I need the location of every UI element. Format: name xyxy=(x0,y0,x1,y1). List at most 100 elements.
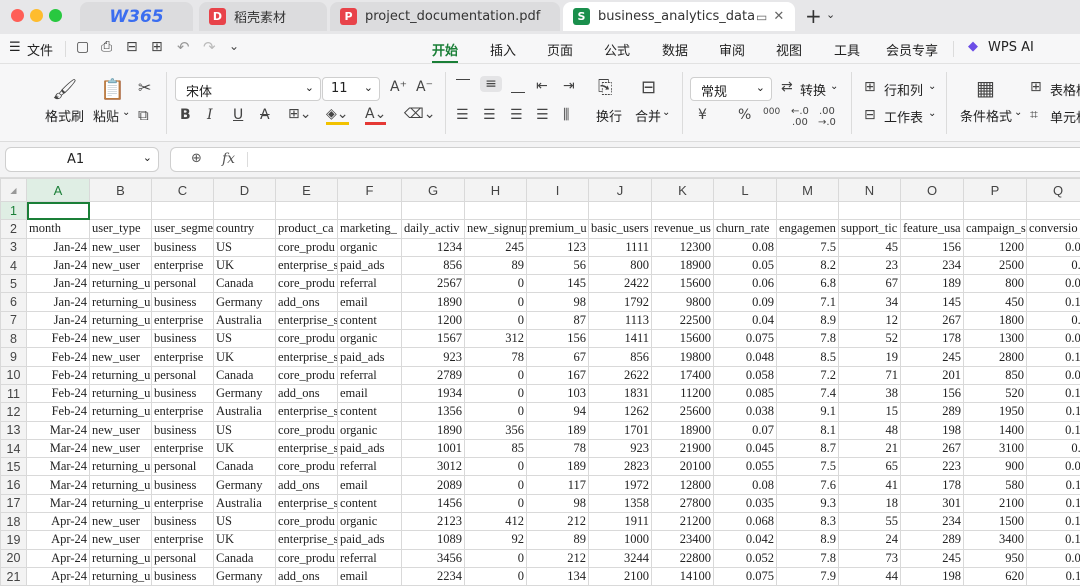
increase-font-icon[interactable]: A⁺ xyxy=(390,79,407,95)
cell[interactable]: UK xyxy=(213,438,276,459)
cell[interactable] xyxy=(713,200,777,221)
cell[interactable]: personal xyxy=(151,274,214,294)
table-style-button[interactable]: 表格样 xyxy=(1050,80,1080,99)
header-cell[interactable]: user_segme xyxy=(151,219,214,239)
cell[interactable]: 8.9 xyxy=(776,310,839,331)
cell[interactable]: 856 xyxy=(588,347,652,367)
header-cell[interactable]: basic_users xyxy=(588,219,652,239)
cell[interactable]: 19 xyxy=(838,347,901,367)
font-color-icon[interactable]: A⌄ xyxy=(365,106,387,125)
cell[interactable]: 3012 xyxy=(401,457,465,477)
cell[interactable]: 145 xyxy=(900,292,964,312)
tab-member[interactable]: 会员专享 xyxy=(886,40,938,59)
cell[interactable]: 267 xyxy=(900,310,964,331)
cell[interactable]: Germany xyxy=(213,475,276,495)
cell[interactable] xyxy=(401,200,465,221)
cell[interactable]: 1911 xyxy=(588,512,652,532)
column-header-c[interactable]: C xyxy=(151,178,214,202)
cell[interactable]: add_ons xyxy=(275,292,338,312)
cell[interactable]: 0 xyxy=(464,548,527,568)
cell[interactable]: 7.6 xyxy=(776,475,839,495)
cell[interactable]: email xyxy=(337,475,402,495)
cell[interactable]: paid_ads xyxy=(337,347,402,367)
cell[interactable]: returning_u xyxy=(89,310,152,331)
cell[interactable]: 2789 xyxy=(401,365,465,385)
cell[interactable]: 0.11 xyxy=(1026,493,1080,514)
row-header[interactable]: 12 xyxy=(0,402,27,422)
cell[interactable]: 2500 xyxy=(963,255,1027,276)
maximize-window-dot[interactable] xyxy=(49,9,62,22)
cell[interactable]: 0 xyxy=(464,383,527,404)
align-middle-icon[interactable]: ≡ xyxy=(480,76,502,92)
cell[interactable]: 2800 xyxy=(963,347,1027,367)
cell[interactable]: Mar-24 xyxy=(26,475,90,495)
tab-w365[interactable]: W365 xyxy=(80,2,193,31)
cell[interactable]: 8.5 xyxy=(776,347,839,367)
thousands-icon[interactable]: 000 xyxy=(763,107,780,117)
align-left-icon[interactable]: ☰ xyxy=(456,107,469,123)
cell[interactable]: 0.035 xyxy=(713,493,777,514)
cell[interactable]: Jan-24 xyxy=(26,292,90,312)
header-cell[interactable]: premium_u xyxy=(526,219,589,239)
cell[interactable]: Apr-24 xyxy=(26,512,90,532)
column-header-e[interactable]: E xyxy=(275,178,338,202)
cell[interactable]: 0.1 xyxy=(1026,310,1080,331)
cell[interactable]: UK xyxy=(213,530,276,550)
cell[interactable]: 520 xyxy=(963,383,1027,404)
cell[interactable]: add_ons xyxy=(275,475,338,495)
spreadsheet-grid[interactable]: ◢ A B C D E F G H I J K L M N O P Q 1 2 month user_type user_… xyxy=(0,178,1080,587)
cell[interactable]: 89 xyxy=(464,255,527,276)
cell[interactable]: Australia xyxy=(213,402,276,422)
cell[interactable]: 2567 xyxy=(401,274,465,294)
cell[interactable]: 245 xyxy=(900,548,964,568)
column-header-k[interactable]: K xyxy=(651,178,714,202)
cell[interactable]: content xyxy=(337,310,402,331)
row-header[interactable]: 10 xyxy=(0,365,27,385)
cell[interactable]: 3400 xyxy=(963,530,1027,550)
tab-csv[interactable]: S business_analytics_data.cs ▭ ✕ xyxy=(563,2,795,31)
row-header[interactable]: 5 xyxy=(0,274,27,294)
cell[interactable]: add_ons xyxy=(275,566,338,587)
cell[interactable]: enterprise xyxy=(151,310,214,331)
cell[interactable]: enterprise xyxy=(151,493,214,514)
cell[interactable]: 267 xyxy=(900,438,964,459)
header-cell[interactable]: country xyxy=(213,219,276,239)
cell[interactable]: 25600 xyxy=(651,402,714,422)
column-header-q[interactable]: Q xyxy=(1026,178,1080,202)
cell[interactable]: 0.038 xyxy=(713,402,777,422)
column-header-m[interactable]: M xyxy=(776,178,839,202)
convert-button[interactable]: 转换 xyxy=(800,80,826,99)
cell[interactable]: 950 xyxy=(963,548,1027,568)
wps-ai-button[interactable]: WPS AI xyxy=(988,40,1034,55)
cell[interactable]: 0.048 xyxy=(713,347,777,367)
cell[interactable]: UK xyxy=(213,347,276,367)
header-cell[interactable]: product_ca xyxy=(275,219,338,239)
row-header[interactable]: 19 xyxy=(0,530,27,550)
cell[interactable]: 48 xyxy=(838,420,901,440)
cell[interactable]: 9.3 xyxy=(776,493,839,514)
cell[interactable]: 178 xyxy=(900,329,964,349)
cell[interactable]: 3100 xyxy=(963,438,1027,459)
cell[interactable]: 856 xyxy=(401,255,465,276)
row-header[interactable]: 7 xyxy=(0,310,27,331)
cell[interactable]: business xyxy=(151,475,214,495)
cell[interactable]: enterprise xyxy=(151,255,214,276)
tab-view[interactable]: 视图 xyxy=(776,40,802,59)
cell[interactable]: 189 xyxy=(526,420,589,440)
cell[interactable]: email xyxy=(337,292,402,312)
tab-insert[interactable]: 插入 xyxy=(490,40,516,59)
cell[interactable]: 289 xyxy=(900,402,964,422)
cell[interactable]: 67 xyxy=(526,347,589,367)
cell[interactable]: Jan-24 xyxy=(26,274,90,294)
cell[interactable]: 1567 xyxy=(401,329,465,349)
cell[interactable]: business xyxy=(151,420,214,440)
cell[interactable]: 0.068 xyxy=(713,512,777,532)
cell[interactable]: Feb-24 xyxy=(26,365,90,385)
row-header[interactable]: 18 xyxy=(0,512,27,532)
more-chevron-icon[interactable]: ⌄ xyxy=(229,39,239,53)
row-header[interactable]: 9 xyxy=(0,347,27,367)
column-header-d[interactable]: D xyxy=(213,178,276,202)
cell[interactable]: 0 xyxy=(464,365,527,385)
distribute-icon[interactable]: ⫼ xyxy=(563,107,569,123)
cell[interactable]: 198 xyxy=(900,566,964,587)
